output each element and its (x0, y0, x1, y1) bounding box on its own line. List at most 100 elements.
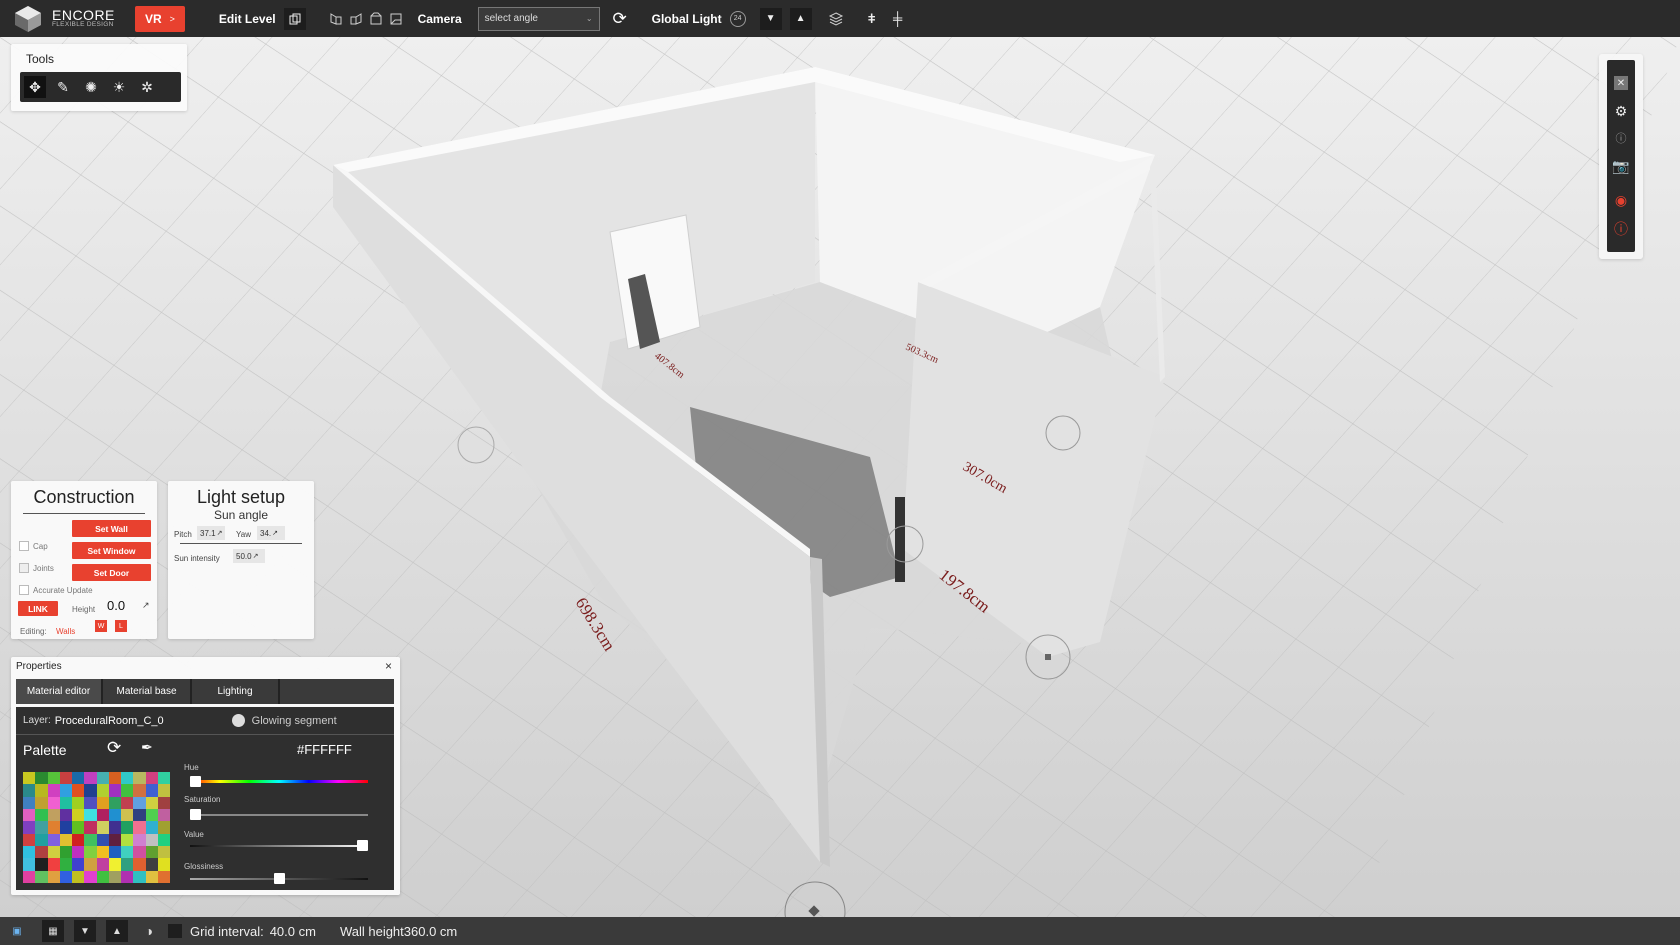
palette-swatch[interactable] (35, 858, 48, 871)
palette-swatch[interactable] (23, 845, 36, 859)
palette-swatch[interactable] (121, 772, 134, 785)
palette-swatch[interactable] (47, 821, 60, 834)
palette-swatch[interactable] (84, 808, 97, 822)
accurate-update-checkbox-box[interactable] (19, 585, 29, 595)
move-tool-button[interactable]: ✥ (24, 76, 46, 98)
palette-swatch[interactable] (133, 870, 146, 883)
reset-camera-button[interactable]: ⟳ (610, 9, 630, 29)
viewport-mode-button[interactable]: ▣ (6, 920, 28, 942)
palette-swatch[interactable] (133, 833, 146, 846)
record-button[interactable]: ◉ (1607, 189, 1635, 211)
camera-angle-select[interactable]: select angle ⌄ (477, 6, 600, 31)
glowing-segment-toggle[interactable] (231, 714, 245, 727)
paint-tool-button[interactable]: ✺ (80, 76, 102, 98)
palette-swatch[interactable] (96, 796, 109, 809)
palette-swatch[interactable] (96, 808, 109, 822)
palette-swatch[interactable] (59, 796, 72, 809)
grid-decrease-button[interactable]: ▼ (74, 920, 96, 942)
value-track[interactable] (190, 845, 368, 847)
palette-swatch[interactable] (108, 784, 121, 797)
cap-checkbox-box[interactable] (19, 541, 29, 551)
palette-swatch[interactable] (145, 845, 158, 859)
palette-swatch[interactable] (133, 821, 146, 834)
palette-swatch[interactable] (157, 808, 170, 822)
grid-increase-button[interactable]: ▲ (106, 920, 128, 942)
alert-button[interactable]: ⓘ (1607, 218, 1635, 240)
palette-swatch[interactable] (59, 833, 72, 846)
set-wall-button[interactable]: Set Wall (72, 520, 151, 537)
palette-swatch[interactable] (108, 845, 121, 859)
palette-swatch[interactable] (84, 821, 97, 834)
info-button[interactable]: ⓘ (1607, 127, 1635, 149)
palette-swatch[interactable] (23, 833, 36, 846)
palette-swatch[interactable] (59, 772, 72, 785)
palette-swatch[interactable] (121, 784, 134, 797)
palette-swatch[interactable] (72, 821, 85, 834)
glossiness-slider-handle[interactable] (273, 873, 285, 884)
palette-swatch[interactable] (47, 833, 60, 846)
palette-swatch[interactable] (23, 808, 36, 822)
edit-walls-w-button[interactable]: W (95, 620, 107, 632)
height-edit-icon[interactable]: ↗ (142, 600, 150, 611)
palette-swatch[interactable] (133, 845, 146, 859)
palette-swatch[interactable] (47, 772, 60, 785)
palette-swatch[interactable] (121, 808, 134, 822)
palette-swatch[interactable] (47, 784, 60, 797)
palette-swatch[interactable] (72, 784, 85, 797)
link-button[interactable]: LINK (18, 601, 58, 616)
saturation-slider-handle[interactable] (190, 809, 201, 820)
palette-swatch[interactable] (35, 772, 48, 785)
align-button[interactable]: ╪ (888, 9, 908, 29)
palette-swatch[interactable] (72, 796, 85, 809)
palette-swatch[interactable] (108, 858, 121, 871)
palette-swatch[interactable] (157, 772, 170, 785)
palette-swatch[interactable] (35, 784, 48, 797)
palette-swatch[interactable] (47, 858, 60, 871)
global-light-badge[interactable]: 24 (729, 10, 746, 27)
palette-swatch[interactable] (72, 870, 85, 883)
joints-checkbox[interactable]: Joints (19, 563, 54, 573)
palette-swatch[interactable] (84, 870, 97, 883)
palette-swatch[interactable] (23, 858, 36, 871)
view-front-button[interactable] (366, 9, 386, 29)
palette-swatch[interactable] (145, 858, 158, 871)
vr-button[interactable]: VR > (134, 5, 185, 32)
reset-palette-button[interactable]: ⟳ (107, 738, 121, 758)
palette-swatch[interactable] (96, 784, 109, 797)
palette-swatch[interactable] (84, 796, 97, 809)
palette-swatch[interactable] (23, 772, 36, 785)
tab-material-base[interactable]: Material base (103, 679, 192, 704)
palette-swatch[interactable] (133, 858, 146, 871)
grid-toggle-button[interactable]: ▦ (42, 920, 64, 942)
hue-slider-handle[interactable] (190, 776, 201, 787)
palette-swatch[interactable] (121, 833, 134, 846)
palette-swatch[interactable] (72, 808, 85, 822)
properties-close-button[interactable]: × (385, 659, 392, 673)
pitch-input[interactable]: 37.1 ↗ (197, 526, 225, 540)
palette-swatch[interactable] (121, 870, 134, 883)
palette-swatch[interactable] (145, 796, 158, 809)
color-swatch[interactable] (168, 924, 182, 938)
palette-swatch[interactable] (108, 870, 121, 883)
palette-swatch[interactable] (96, 772, 109, 785)
palette-swatch[interactable] (121, 821, 134, 834)
palette-swatch[interactable] (35, 821, 48, 834)
palette-swatch[interactable] (96, 870, 109, 883)
palette-swatch[interactable] (157, 845, 170, 859)
palette-swatch[interactable] (108, 808, 121, 822)
tab-material-editor[interactable]: Material editor (16, 679, 103, 704)
palette-swatch[interactable] (59, 858, 72, 871)
settings-button[interactable]: ⚙ (1607, 100, 1635, 122)
palette-swatch[interactable] (108, 772, 121, 785)
light-up-button[interactable]: ▲ (789, 7, 812, 30)
edit-level-button[interactable] (283, 7, 306, 30)
eyedropper-button[interactable]: ✒ (141, 739, 153, 756)
saturation-track[interactable] (190, 814, 368, 816)
palette-swatch[interactable] (157, 784, 170, 797)
palette-swatch[interactable] (84, 784, 97, 797)
palette-swatch[interactable] (96, 845, 109, 859)
palette-swatch[interactable] (84, 858, 97, 871)
palette-swatch[interactable] (72, 833, 85, 846)
sun-intensity-input[interactable]: 50.0 ↗ (233, 549, 265, 563)
palette-swatch[interactable] (108, 833, 121, 846)
